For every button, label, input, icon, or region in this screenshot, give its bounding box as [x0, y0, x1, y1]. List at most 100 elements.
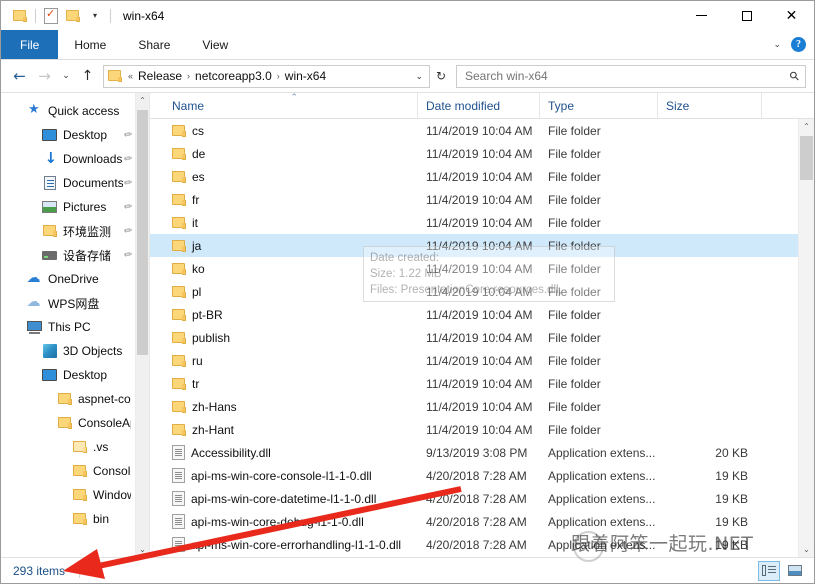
tab-share[interactable]: Share	[122, 30, 186, 59]
sidebar-item-label: OneDrive	[48, 272, 99, 286]
pin-icon[interactable]: ✐	[120, 248, 133, 262]
breadcrumb-bar[interactable]: « Release › netcoreapp3.0 › win-x64 ⌄	[103, 64, 430, 88]
expand-ribbon-chevron-down-icon[interactable]: ⌄	[773, 39, 781, 50]
cell-size: 19 KB	[715, 491, 748, 506]
tab-view[interactable]: View	[186, 30, 244, 59]
maximize-button[interactable]	[724, 1, 769, 30]
cell-date-modified: 11/4/2019 10:04 AM	[426, 238, 533, 253]
sidebar-item-label: 设备存储	[63, 248, 112, 263]
table-row[interactable]: zh-Hant 11/4/2019 10:04 AM File folder	[150, 418, 798, 441]
sidebar-item-aspnet-core-3[interactable]: aspnet-core-3-	[1, 387, 135, 411]
qat-folder-icon[interactable]	[9, 5, 31, 27]
table-row[interactable]: api-ms-win-core-errorhandling-l1-1-0.dll…	[150, 533, 798, 556]
breadcrumb-separator-2[interactable]: ›	[275, 71, 282, 81]
sidebar-icon-wrap	[26, 294, 43, 311]
breadcrumb-separator-1[interactable]: ›	[185, 71, 192, 81]
file-name-label: api-ms-win-core-errorhandling-l1-1-0.dll	[191, 537, 402, 552]
breadcrumb-item-netcoreapp[interactable]: netcoreapp3.0	[192, 69, 275, 83]
table-row[interactable]: zh-Hans 11/4/2019 10:04 AM File folder	[150, 395, 798, 418]
qat-customize-dropdown[interactable]: ▾	[84, 5, 106, 27]
nav-scrollbar-thumb[interactable]	[137, 110, 148, 355]
column-header-date-modified[interactable]: Date modified	[418, 93, 540, 119]
cell-date-modified: 4/20/2018 7:28 AM	[426, 468, 527, 483]
sidebar-item-documents[interactable]: Documents ✐	[1, 171, 135, 195]
table-row[interactable]: api-ms-win-core-datetime-l1-1-0.dll 4/20/…	[150, 487, 798, 510]
file-list-scrollbar[interactable]: ⌃ ⌄	[798, 119, 814, 557]
forward-button[interactable]: →	[32, 63, 57, 89]
cell-type: Application extens...	[548, 468, 656, 483]
minimize-icon	[696, 15, 707, 16]
close-button[interactable]: ✕	[769, 1, 814, 30]
view-mode-buttons	[758, 560, 814, 581]
sidebar-item-wps[interactable]: WPS网盘	[1, 291, 135, 315]
column-header-type[interactable]: Type	[540, 93, 658, 119]
sidebar-item-bin[interactable]: bin	[1, 507, 135, 531]
tab-file[interactable]: File	[1, 30, 59, 59]
cell-name: es	[164, 170, 418, 184]
document-icon	[43, 176, 56, 190]
table-row[interactable]: tr 11/4/2019 10:04 AM File folder	[150, 372, 798, 395]
nav-scroll-down-icon[interactable]: ⌄	[136, 542, 149, 557]
sidebar-item-quick-access[interactable]: Quick access	[1, 99, 135, 123]
folder-icon	[172, 354, 186, 367]
table-row[interactable]: ko 11/4/2019 10:04 AM File folder	[150, 257, 798, 280]
table-row[interactable]: publish 11/4/2019 10:04 AM File folder	[150, 326, 798, 349]
table-row[interactable]: Accessibility.dll 9/13/2019 3:08 PM Applic…	[150, 441, 798, 464]
table-row[interactable]: cs 11/4/2019 10:04 AM File folder	[150, 119, 798, 142]
table-row[interactable]: fr 11/4/2019 10:04 AM File folder	[150, 188, 798, 211]
table-row[interactable]: de 11/4/2019 10:04 AM File folder	[150, 142, 798, 165]
sidebar-item-desktop[interactable]: Desktop	[1, 363, 135, 387]
navigation-scrollbar[interactable]: ⌃ ⌄	[135, 93, 149, 557]
details-view-button[interactable]	[758, 560, 780, 581]
breadcrumb-item-release[interactable]: Release	[135, 69, 185, 83]
column-header-size[interactable]: Size	[658, 93, 762, 119]
breadcrumb-item-winx64[interactable]: win-x64	[282, 69, 329, 83]
pin-icon[interactable]: ✐	[120, 224, 133, 238]
recent-locations-button[interactable]: ⌄	[57, 63, 75, 89]
search-input[interactable]	[463, 68, 791, 84]
table-row[interactable]: es 11/4/2019 10:04 AM File folder	[150, 165, 798, 188]
nav-scroll-up-icon[interactable]: ⌃	[136, 93, 149, 108]
table-row[interactable]: ru 11/4/2019 10:04 AM File folder	[150, 349, 798, 372]
table-row[interactable]: ja 11/4/2019 10:04 AM File folder	[150, 234, 798, 257]
table-row[interactable]: api-ms-win-core-console-l1-1-0.dll 4/20/2…	[150, 464, 798, 487]
dll-file-icon	[172, 445, 185, 460]
file-name-label: tr	[192, 376, 200, 391]
search-box[interactable]: ⚲	[456, 64, 806, 88]
qat-properties-button[interactable]	[40, 5, 62, 27]
minimize-button[interactable]	[679, 1, 724, 30]
pin-icon[interactable]: ✐	[120, 200, 133, 214]
sidebar-item-onedrive[interactable]: OneDrive	[1, 267, 135, 291]
sidebar-item-desktop[interactable]: Desktop ✐	[1, 123, 135, 147]
breadcrumb-dropdown-chevron-down-icon[interactable]: ⌄	[409, 71, 429, 82]
column-header-name[interactable]: Name ⌃	[164, 93, 418, 119]
sidebar-item-[interactable]: 环境监测 ✐	[1, 219, 135, 243]
back-button[interactable]: ←	[7, 63, 32, 89]
sidebar-item-downloads[interactable]: Downloads✐	[1, 147, 135, 171]
sidebar-item-this-pc[interactable]: This PC	[1, 315, 135, 339]
tab-home[interactable]: Home	[58, 30, 122, 59]
sidebar-item-[interactable]: 设备存储 ✐	[1, 243, 135, 267]
sidebar-item-pictures[interactable]: Pictures ✐	[1, 195, 135, 219]
thumbnails-view-icon	[788, 565, 802, 576]
list-scroll-down-icon[interactable]: ⌄	[799, 542, 814, 557]
table-row[interactable]: it 11/4/2019 10:04 AM File folder	[150, 211, 798, 234]
sidebar-item-windowsform[interactable]: WindowsForm	[1, 483, 135, 507]
breadcrumb-overflow-icon[interactable]: «	[126, 71, 135, 81]
table-row[interactable]: api-ms-win-core-debug-l1-1-0.dll 4/20/201…	[150, 510, 798, 533]
sidebar-item-consoleapp1[interactable]: ConsoleApp1	[1, 411, 135, 435]
folder-icon	[108, 70, 122, 82]
qat-new-folder-button[interactable]	[62, 5, 84, 27]
list-scroll-up-icon[interactable]: ⌃	[799, 119, 814, 134]
thumbnails-view-button[interactable]	[784, 561, 806, 581]
sidebar-item-consoleapp1[interactable]: ConsoleApp1	[1, 459, 135, 483]
refresh-button[interactable]: ↻	[430, 65, 452, 88]
help-icon[interactable]: ?	[791, 37, 806, 52]
up-button[interactable]: ↑	[75, 63, 100, 89]
sidebar-item-vs[interactable]: .vs	[1, 435, 135, 459]
pin-icon[interactable]: ✐	[120, 128, 133, 142]
sidebar-item-3d-objects[interactable]: 3D Objects	[1, 339, 135, 363]
table-row[interactable]: pl 11/4/2019 10:04 AM File folder	[150, 280, 798, 303]
table-row[interactable]: pt-BR 11/4/2019 10:04 AM File folder	[150, 303, 798, 326]
list-scrollbar-thumb[interactable]	[800, 136, 813, 180]
